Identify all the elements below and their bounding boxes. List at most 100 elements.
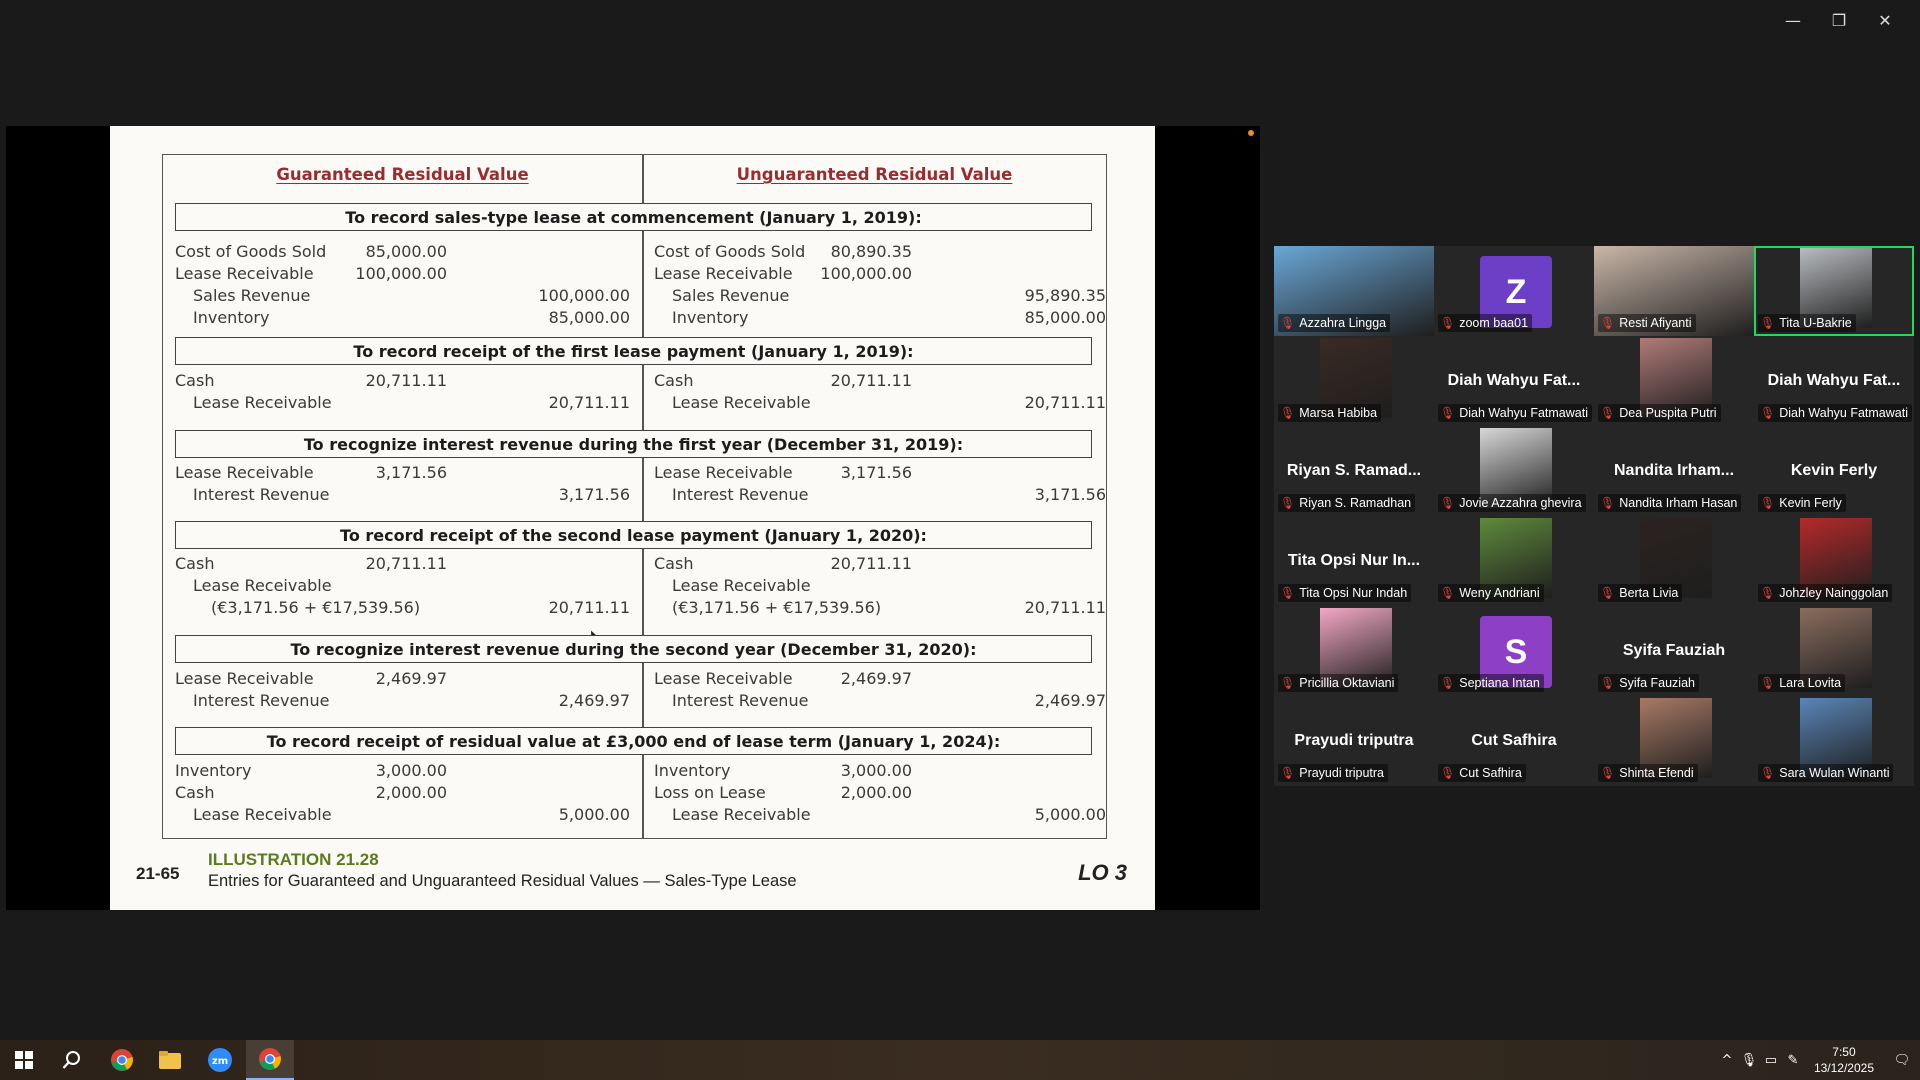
participant-tile[interactable]: Syifa Fauziah 🎙 Syifa Fauziah xyxy=(1594,606,1754,696)
debit-amount: 20,711.11 xyxy=(830,371,912,390)
participant-name: Pricillia Oktaviani xyxy=(1299,676,1395,690)
section-heading: To record sales-type lease at commenceme… xyxy=(175,203,1092,231)
account-name: Inventory xyxy=(654,761,731,780)
participant-tile[interactable]: Tita Opsi Nur In... 🎙 Tita Opsi Nur Indah xyxy=(1274,516,1434,606)
participant-tile[interactable]: S 🎙 Septiana Intan xyxy=(1434,606,1594,696)
journal-row: Lease Receivable 100,000.00 xyxy=(175,263,630,285)
journal-row: Loss on Lease 2,000.00 xyxy=(654,782,1106,804)
debit-amount: 20,711.11 xyxy=(365,371,447,390)
close-button[interactable]: ✕ xyxy=(1862,6,1908,34)
participant-tile[interactable]: 🎙 Johzley Nainggolan xyxy=(1754,516,1914,606)
participant-label: 🎙 Shinta Efendi xyxy=(1598,764,1698,782)
participant-label: 🎙 Riyan S. Ramadhan xyxy=(1278,494,1416,512)
account-name: Lease Receivable xyxy=(672,576,811,595)
account-name: Lease Receivable xyxy=(175,669,314,688)
credit-amount: 20,711.11 xyxy=(548,598,630,617)
participant-tile[interactable]: 🎙 Berta Livia xyxy=(1594,516,1754,606)
mic-muted-icon: 🎙 xyxy=(1760,676,1776,690)
account-name: Lease Receivable xyxy=(654,264,793,283)
participant-tile[interactable]: Diah Wahyu Fat... 🎙 Diah Wahyu Fatmawati xyxy=(1754,336,1914,426)
column-header-guaranteed: Guaranteed Residual Value xyxy=(276,165,529,184)
account-name: Inventory xyxy=(175,761,252,780)
svg-text:zm: zm xyxy=(212,1056,228,1067)
debit-amount: 3,000.00 xyxy=(840,761,912,780)
account-name: Lease Receivable xyxy=(193,576,332,595)
participant-tile[interactable]: 🎙 Marsa Habiba xyxy=(1274,336,1434,426)
credit-amount: 20,711.11 xyxy=(1024,598,1106,617)
participant-tile[interactable]: 🎙 Resti Afiyanti xyxy=(1594,246,1754,336)
taskbar-file-explorer[interactable] xyxy=(146,1040,194,1080)
journal-row: Interest Revenue 2,469.97 xyxy=(654,690,1106,712)
participant-tile[interactable]: 🎙 Sara Wulan Winanti xyxy=(1754,696,1914,786)
participant-tile[interactable]: 🎙 Azzahra Lingga xyxy=(1274,246,1434,336)
account-name: Lease Receivable xyxy=(654,669,793,688)
participant-label: 🎙 Resti Afiyanti xyxy=(1598,314,1696,332)
participant-tile[interactable]: 🎙 Dea Puspita Putri xyxy=(1594,336,1754,426)
account-name: Cash xyxy=(654,371,694,390)
journal-row: Lease Receivable 3,171.56 xyxy=(654,462,1106,484)
minimize-button[interactable]: — xyxy=(1770,6,1816,34)
debit-amount: 2,000.00 xyxy=(375,783,447,802)
participant-tile[interactable]: 🎙 Tita U-Bakrie xyxy=(1754,246,1914,336)
folder-icon xyxy=(159,1051,181,1069)
participant-label: 🎙 Sara Wulan Winanti xyxy=(1758,764,1894,782)
recording-indicator-icon xyxy=(1248,130,1254,136)
participant-tile[interactable]: Riyan S. Ramad... 🎙 Riyan S. Ramadhan xyxy=(1274,426,1434,516)
restore-button[interactable]: ❐ xyxy=(1816,6,1862,34)
participant-label: 🎙 Diah Wahyu Fatmawati xyxy=(1758,404,1912,422)
debit-amount: 20,711.11 xyxy=(830,554,912,573)
participant-tile[interactable]: 🎙 Weny Andriani xyxy=(1434,516,1594,606)
debit-amount: 80,890.35 xyxy=(830,242,912,261)
participant-name: Azzahra Lingga xyxy=(1299,316,1387,330)
participant-label: 🎙 zoom baa01 xyxy=(1438,314,1533,332)
credit-amount: 20,711.11 xyxy=(548,393,630,412)
participant-display-name: Tita Opsi Nur In... xyxy=(1287,552,1421,569)
pen-icon[interactable]: ✎ xyxy=(1782,1053,1804,1068)
account-name: Cost of Goods Sold xyxy=(654,242,806,261)
credit-amount: 2,469.97 xyxy=(558,691,630,710)
journal-row: Cash 20,711.11 xyxy=(654,370,1106,392)
participant-tile[interactable]: Nandita Irham... 🎙 Nandita Irham Hasan xyxy=(1594,426,1754,516)
account-name: Sales Revenue xyxy=(193,286,311,305)
participant-tile[interactable]: 🎙 Shinta Efendi xyxy=(1594,696,1754,786)
journal-row: Lease Receivable xyxy=(175,575,630,597)
start-button[interactable] xyxy=(0,1040,48,1080)
participant-label: 🎙 Weny Andriani xyxy=(1438,584,1544,602)
account-name: Lease Receivable xyxy=(193,393,332,412)
participant-display-name: Diah Wahyu Fat... xyxy=(1447,372,1581,389)
chevron-up-icon[interactable]: ^ xyxy=(1716,1053,1738,1068)
participant-label: 🎙 Septiana Intan xyxy=(1438,674,1544,692)
participant-tile[interactable]: Diah Wahyu Fat... 🎙 Diah Wahyu Fatmawati xyxy=(1434,336,1594,426)
search-button[interactable] xyxy=(48,1040,96,1080)
clock[interactable]: 7:50 13/12/2025 xyxy=(1814,1044,1874,1076)
participant-name: Lara Lovita xyxy=(1779,676,1842,690)
mic-muted-icon: 🎙 xyxy=(1600,676,1616,690)
network-icon[interactable]: ▭ xyxy=(1760,1053,1782,1068)
participant-tile[interactable]: Prayudi triputra 🎙 Prayudi triputra xyxy=(1274,696,1434,786)
column-header-unguaranteed: Unguaranteed Residual Value xyxy=(736,165,1013,184)
microphone-icon[interactable]: 🎙 xyxy=(1738,1053,1760,1068)
journal-row: Cash 20,711.11 xyxy=(175,553,630,575)
participant-tile[interactable]: 🎙 Jovie Azzahra ghevira xyxy=(1434,426,1594,516)
journal-row: Interest Revenue 3,171.56 xyxy=(654,484,1106,506)
credit-amount: 3,171.56 xyxy=(558,485,630,504)
participant-tile[interactable]: Kevin Ferly 🎙 Kevin Ferly xyxy=(1754,426,1914,516)
participant-name: Berta Livia xyxy=(1619,586,1679,600)
window-controls: — ❐ ✕ xyxy=(1770,6,1908,34)
participant-label: 🎙 Kevin Ferly xyxy=(1758,494,1846,512)
account-name: Cash xyxy=(175,371,215,390)
participant-name: Weny Andriani xyxy=(1459,586,1540,600)
participant-tile[interactable]: Cut Safhira 🎙 Cut Safhira xyxy=(1434,696,1594,786)
participant-tile[interactable]: Z 🎙 zoom baa01 xyxy=(1434,246,1594,336)
participant-name: Marsa Habiba xyxy=(1299,406,1378,420)
participant-label: 🎙 Jovie Azzahra ghevira xyxy=(1438,494,1586,512)
taskbar-zoom[interactable]: zm xyxy=(196,1040,244,1080)
taskbar-chrome[interactable] xyxy=(98,1040,146,1080)
account-name: Lease Receivable xyxy=(654,463,793,482)
taskbar-chrome-active[interactable] xyxy=(246,1040,294,1080)
participant-tile[interactable]: 🎙 Pricillia Oktaviani xyxy=(1274,606,1434,696)
notifications-icon[interactable]: 🗨 xyxy=(1884,1053,1920,1068)
participant-tile[interactable]: 🎙 Lara Lovita xyxy=(1754,606,1914,696)
journal-row: Lease Receivable xyxy=(654,575,1106,597)
account-name: Interest Revenue xyxy=(193,485,330,504)
